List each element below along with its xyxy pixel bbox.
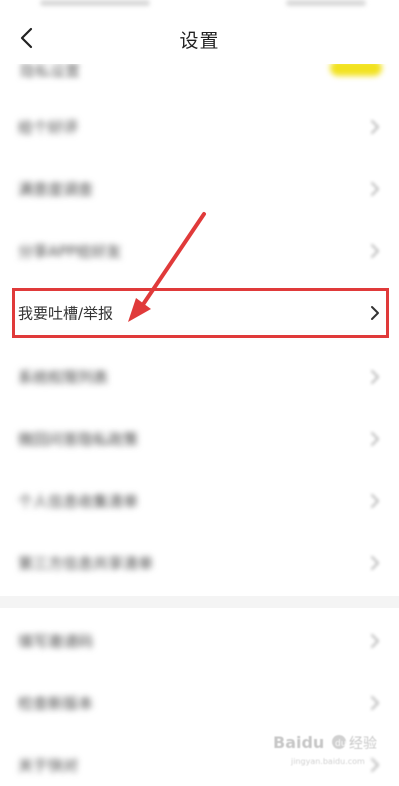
list-item-label: 我要吐槽/举报	[18, 304, 114, 323]
chevron-right-icon	[371, 556, 379, 570]
chevron-right-icon	[371, 306, 379, 320]
list-item[interactable]: 满意度调查	[0, 158, 399, 220]
chevron-right-icon	[371, 696, 379, 710]
list-item-label: 分享APP给好友	[18, 242, 122, 261]
list-item-label: 满意度调查	[18, 180, 94, 199]
list-item[interactable]: 第三方信息共享清单	[0, 532, 399, 594]
list-item[interactable]: 我要吐槽/举报	[0, 282, 399, 344]
chevron-right-icon	[371, 432, 379, 446]
list-item-label: 系统权限列表	[18, 368, 109, 387]
list-item[interactable]: 微回问答隐私政策	[0, 408, 399, 470]
status-bar	[0, 0, 399, 12]
chevron-right-icon	[371, 634, 379, 648]
settings-screen: 隐私设置 设置 给个好评 满意度调查 分享APP给好友 我要吐槽/举报 系统权限列表 微回…	[0, 0, 399, 786]
status-bar-left	[40, 0, 150, 6]
list-item-label: 第三方信息共享清单	[18, 554, 154, 573]
chevron-right-icon	[371, 370, 379, 384]
list-item-label: 关于快对	[18, 756, 79, 775]
list-item-label: 填写邀请码	[18, 632, 94, 651]
top-bar: 设置	[0, 12, 399, 64]
chevron-right-icon	[371, 244, 379, 258]
list-item[interactable]: 填写邀请码	[0, 610, 399, 672]
watermark-logo: Baidu du 经验 jingyan.baidu.com	[273, 733, 377, 766]
status-bar-right	[286, 0, 366, 6]
list-item[interactable]: 给个好评	[0, 96, 399, 158]
list-item-label: 微回问答隐私政策	[18, 430, 139, 449]
list-item-label: 个人信息收集清单	[18, 492, 139, 511]
chevron-right-icon	[371, 182, 379, 196]
list-item[interactable]: 系统权限列表	[0, 346, 399, 408]
list-item[interactable]: 检查新版本	[0, 672, 399, 734]
list-item-label: 检查新版本	[18, 694, 94, 713]
page-title: 设置	[179, 30, 220, 52]
section-divider	[0, 596, 399, 608]
list-item[interactable]: 分享APP给好友	[0, 220, 399, 282]
chevron-right-icon	[371, 494, 379, 508]
chevron-right-icon	[371, 120, 379, 134]
svg-text:jingyan.baidu.com: jingyan.baidu.com	[290, 757, 365, 766]
svg-text:Baidu: Baidu	[273, 733, 324, 752]
svg-text:经验: 经验	[349, 736, 377, 752]
list-item[interactable]: 个人信息收集清单	[0, 470, 399, 532]
svg-text:du: du	[335, 739, 346, 749]
list-item-label: 给个好评	[18, 118, 79, 137]
